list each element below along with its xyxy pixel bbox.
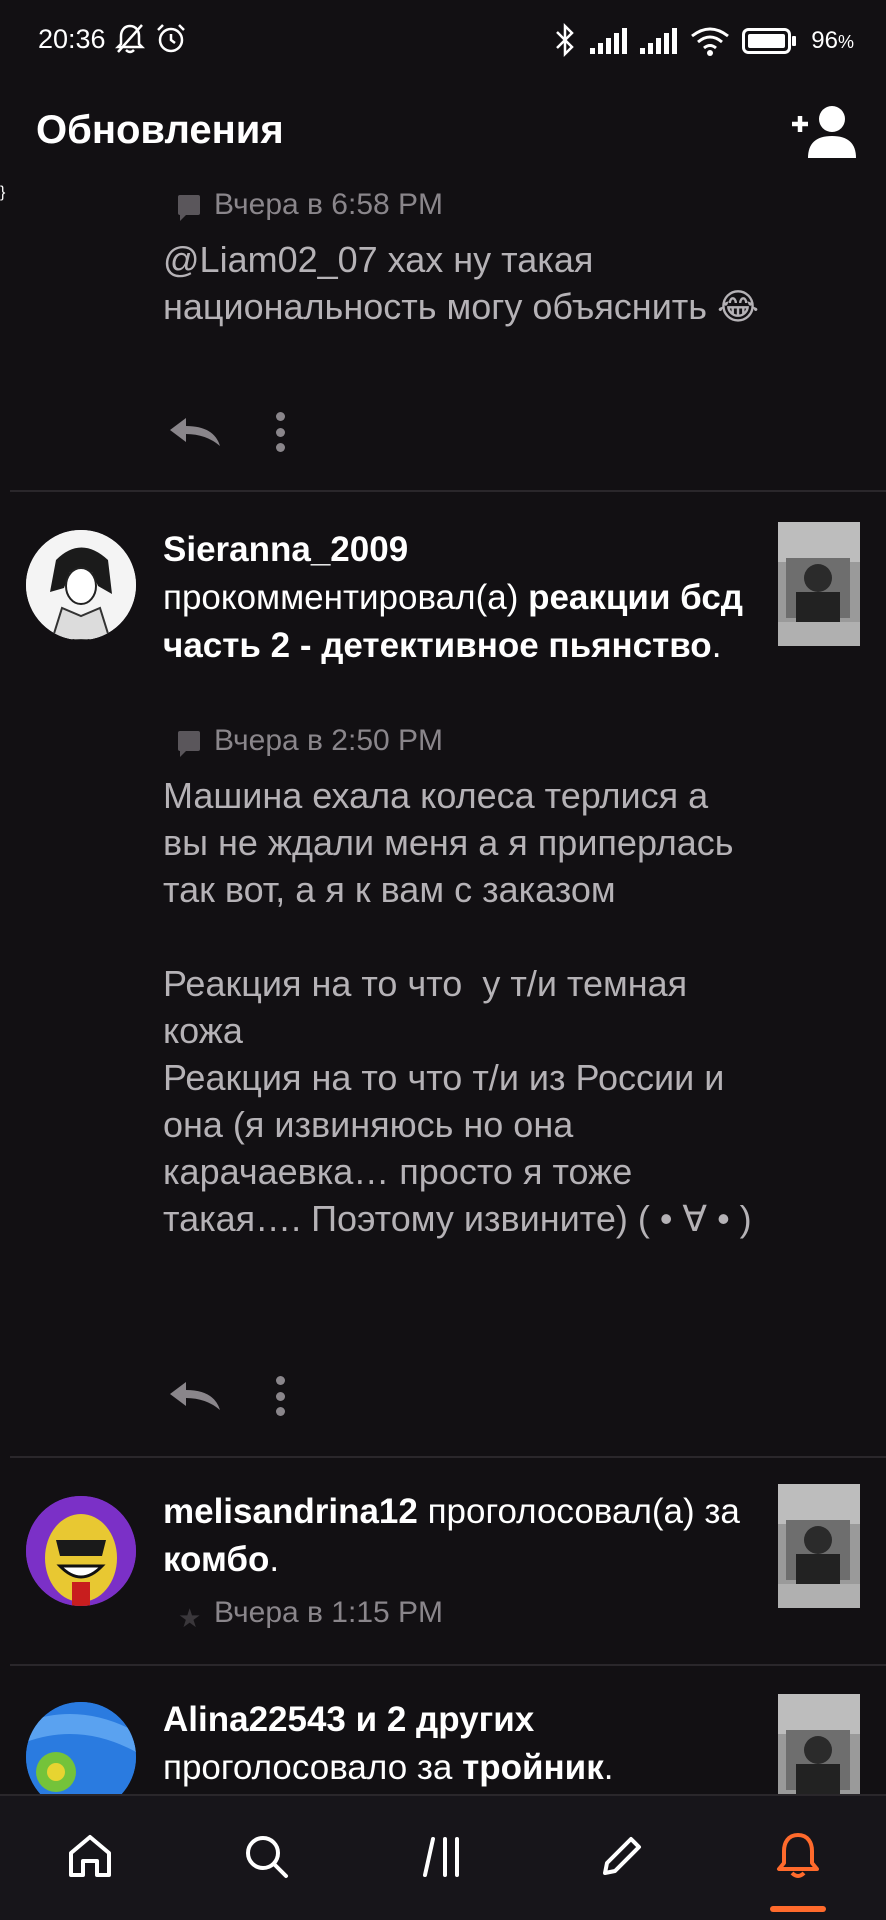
thumbnail-image [778,522,860,646]
signal-icon [640,28,677,54]
story-thumbnail[interactable] [778,522,860,646]
thumbnail-image [778,1694,860,1794]
thumbnail-image [778,1484,860,1608]
divider [10,1456,886,1458]
search-icon [246,1836,288,1878]
wifi-icon [691,27,729,56]
story-thumbnail[interactable] [778,1484,860,1608]
divider [10,490,886,492]
battery-percent: 96% [811,27,854,54]
notifications-icon [777,1833,819,1878]
more-options-icon[interactable] [274,412,286,452]
reply-icon[interactable] [168,1378,224,1414]
item-meta: ★ Вчера в 1:15 PM [178,1596,444,1633]
signal-icon [590,28,627,54]
item-meta: Вчера в 2:50 PM [178,724,443,758]
more-options-icon[interactable] [274,1376,286,1416]
star-icon: ★ [178,1603,202,1633]
avatar[interactable] [26,1702,136,1794]
item-timestamp: Вчера в 2:50 PM [214,724,444,757]
nav-home[interactable] [60,1826,120,1886]
item-title: Sieranna_2009 прокомментировал(а) реакци… [163,530,744,665]
username-link[interactable]: Alina22543 и 2 других [163,1700,534,1739]
avatar-image [26,530,136,640]
library-icon [423,1837,459,1877]
avatar[interactable] [26,530,136,640]
avatar-image [26,1702,136,1794]
item-title: melisandrina12 проголосовал(а) за комбо. [163,1492,740,1579]
muted-bell-icon [114,24,146,54]
comment-icon [178,195,200,221]
home-icon [69,1835,111,1877]
item-actions [168,1376,286,1416]
nav-library[interactable] [414,1826,474,1886]
updates-feed: Вчера в 6:58 PM @Liam02_07 хах ну такая … [0,184,886,1794]
comment-text: Машина ехала колеса терлися а вы не ждал… [163,775,752,1239]
item-title: Alina22543 и 2 других проголосовало за т… [163,1700,614,1787]
comment-icon [178,731,200,757]
page-title: Обновления [36,108,284,152]
bluetooth-icon [556,22,574,58]
nav-write[interactable] [592,1826,652,1886]
bottom-navigation [0,1794,886,1920]
add-user-icon[interactable] [788,102,858,162]
item-actions [168,412,286,452]
username-link[interactable]: Sieranna_2009 [163,530,408,569]
status-time: 20:36 [38,24,106,54]
avatar-image [26,1496,136,1606]
story-link[interactable]: тройник [462,1748,604,1787]
comment-text: @Liam02_07 хах ну такая национальность м… [163,239,760,327]
status-bar: 20:36 96% [0,0,886,84]
item-timestamp: Вчера в 6:58 PM [214,188,444,221]
nav-notifications[interactable] [768,1826,828,1886]
username-link[interactable]: melisandrina12 [163,1492,418,1531]
story-link[interactable]: комбо [163,1540,269,1579]
alarm-icon [157,24,185,53]
item-meta: Вчера в 6:58 PM [178,188,443,222]
write-icon [603,1837,641,1875]
app-header: Обновления [0,84,886,184]
battery-icon [742,28,796,54]
divider [10,1664,886,1666]
story-thumbnail[interactable] [778,1694,860,1794]
nav-search[interactable] [236,1826,296,1886]
active-tab-indicator [770,1906,826,1912]
avatar[interactable] [26,1496,136,1606]
item-timestamp: Вчера в 1:15 PM [214,1596,444,1629]
reply-icon[interactable] [168,414,224,450]
